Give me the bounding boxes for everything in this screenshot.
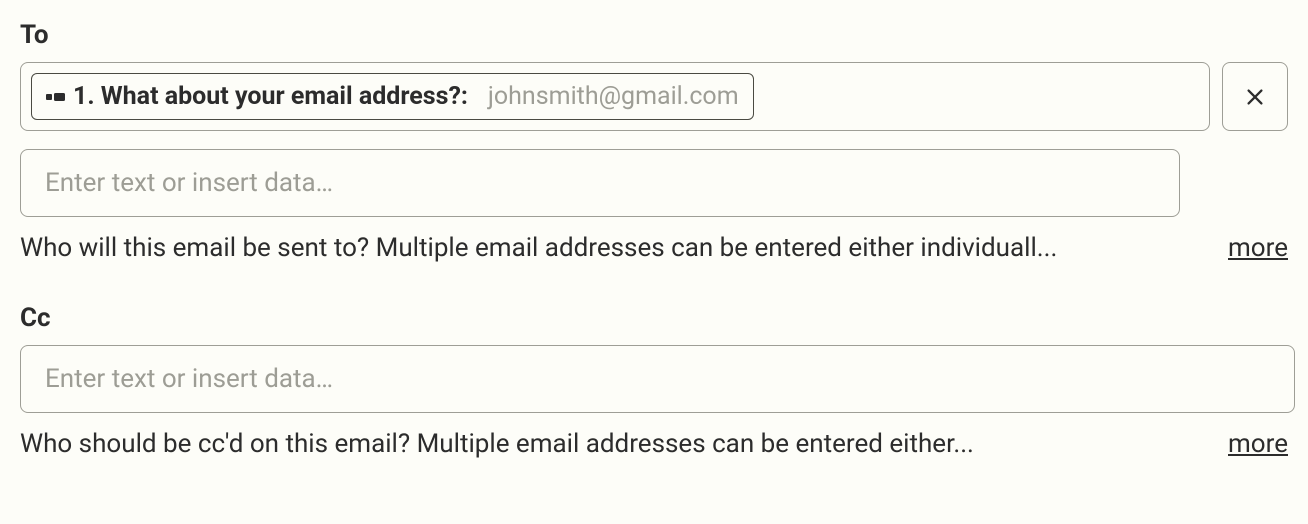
- to-chip-label: 1. What about your email address?:: [73, 82, 468, 111]
- data-source-icon: [46, 93, 65, 101]
- close-icon: [1244, 86, 1266, 108]
- cc-text-input[interactable]: [20, 345, 1295, 413]
- to-help-text: Who will this email be sent to? Multiple…: [20, 233, 1208, 263]
- remove-to-chip-button[interactable]: [1222, 62, 1288, 131]
- to-chip-value: johnsmith@gmail.com: [488, 82, 739, 111]
- cc-label: Cc: [20, 303, 1288, 333]
- to-chip[interactable]: 1. What about your email address?: johns…: [31, 73, 754, 120]
- to-field-group: To 1. What about your email address?: jo…: [20, 20, 1288, 263]
- to-label: To: [20, 20, 1288, 50]
- to-text-input[interactable]: [20, 149, 1180, 217]
- cc-field-group: Cc Who should be cc'd on this email? Mul…: [20, 303, 1288, 459]
- to-chip-row: 1. What about your email address?: johns…: [20, 62, 1288, 131]
- cc-help-row: Who should be cc'd on this email? Multip…: [20, 429, 1288, 459]
- cc-more-link[interactable]: more: [1228, 429, 1288, 459]
- to-chip-container[interactable]: 1. What about your email address?: johns…: [20, 62, 1210, 131]
- to-more-link[interactable]: more: [1228, 233, 1288, 263]
- to-help-row: Who will this email be sent to? Multiple…: [20, 233, 1288, 263]
- cc-help-text: Who should be cc'd on this email? Multip…: [20, 429, 1208, 459]
